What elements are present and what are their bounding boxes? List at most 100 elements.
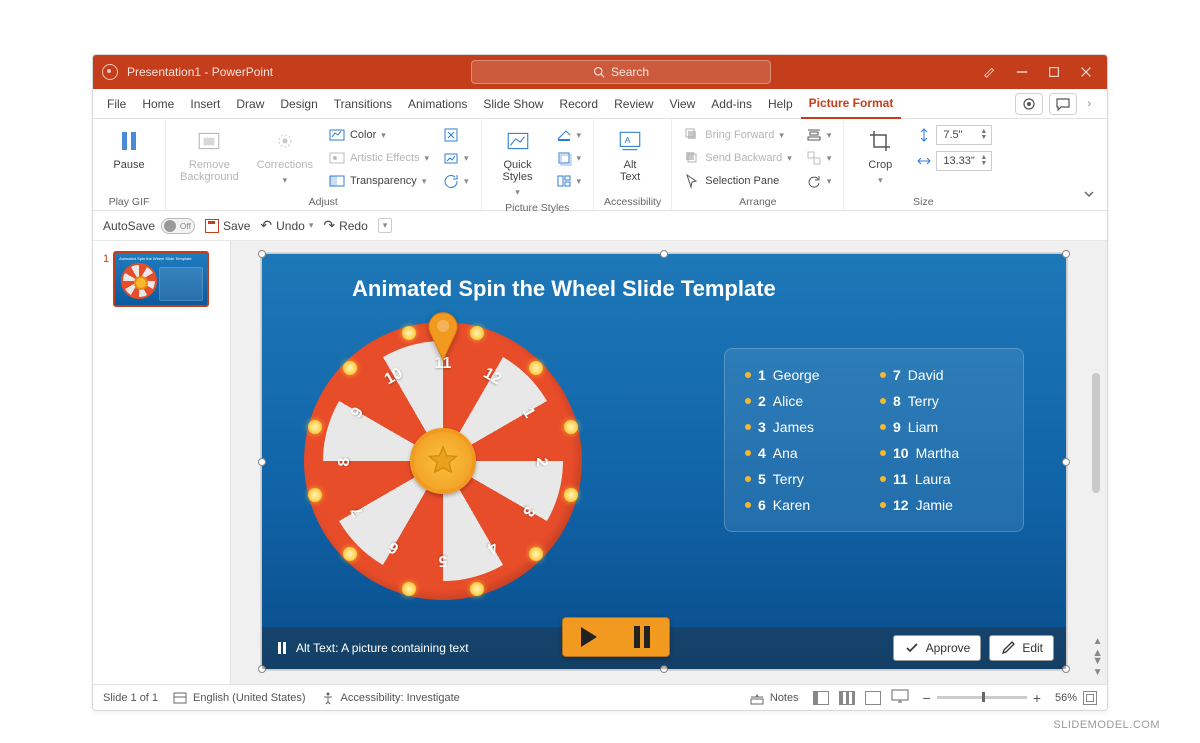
pause-gif-button[interactable]: Pause (103, 125, 155, 173)
autosave-toggle[interactable]: Off (161, 218, 195, 234)
bring-forward-button[interactable]: Bring Forward▾ (682, 125, 794, 145)
thumbnail-panel[interactable]: 1 Animated Spin the Wheel Slide Template (93, 241, 231, 684)
change-picture-button[interactable]: ▾ (441, 148, 471, 168)
artistic-effects-button[interactable]: Artistic Effects▾ (327, 148, 431, 168)
play-icon (581, 627, 597, 647)
pause-icon (634, 626, 650, 648)
quick-styles-button[interactable]: Quick Styles ▾ (492, 125, 544, 200)
align-button[interactable]: ▾ (804, 125, 834, 145)
reset-picture-button[interactable]: ▾ (441, 171, 471, 191)
zoom-slider[interactable] (937, 696, 1027, 699)
draw-mode-icon[interactable] (983, 65, 997, 79)
tab-design[interactable]: Design (272, 89, 325, 118)
transparency-button[interactable]: Transparency▾ (327, 171, 431, 191)
slide-editor[interactable]: Animated Spin the Wheel Slide Template 1… (231, 241, 1107, 684)
undo-button[interactable]: ↶Undo▾ (260, 217, 313, 234)
corrections-button[interactable]: Corrections ▾ (253, 125, 317, 188)
slide-counter[interactable]: Slide 1 of 1 (103, 692, 158, 704)
zoom-in-button[interactable]: + (1033, 690, 1041, 706)
group-play-gif: Pause Play GIF (93, 119, 166, 210)
crop-button[interactable]: Crop ▾ (854, 125, 906, 188)
compress-pictures-button[interactable] (441, 125, 471, 145)
notes-button[interactable]: Notes (749, 690, 799, 706)
close-button[interactable] (1079, 65, 1093, 79)
name-text: James (773, 419, 814, 435)
name-number: 9 (893, 419, 901, 435)
wheel-number: 10 (379, 363, 409, 391)
remove-background-button[interactable]: Remove Background (176, 125, 243, 185)
width-input[interactable]: 13.33"▲▼ (916, 151, 992, 171)
wheel-bulb-icon (529, 547, 543, 561)
collapse-ribbon-button[interactable] (1081, 186, 1097, 202)
tab-picture-format[interactable]: Picture Format (801, 90, 902, 119)
name-text: Terry (773, 471, 804, 487)
tab-slide-show[interactable]: Slide Show (475, 89, 551, 118)
ribbon-overflow[interactable]: › (1083, 98, 1095, 110)
minimize-button[interactable] (1015, 65, 1029, 79)
name-number: 10 (893, 445, 909, 461)
tab-view[interactable]: View (661, 89, 703, 118)
color-button[interactable]: Color▾ (327, 125, 431, 145)
wheel-bulb-icon (402, 582, 416, 596)
zoom-out-button[interactable]: − (923, 690, 931, 706)
selection-pane-button[interactable]: Selection Pane (682, 171, 794, 191)
name-number: 4 (758, 445, 766, 461)
tab-draw[interactable]: Draw (228, 89, 272, 118)
gif-play-control[interactable] (562, 617, 670, 657)
tab-addins[interactable]: Add-ins (703, 89, 760, 118)
fit-to-window-button[interactable] (1083, 691, 1097, 705)
vertical-scrollbar[interactable] (1089, 253, 1103, 644)
name-number: 6 (758, 497, 766, 513)
slide-thumbnail-1[interactable]: Animated Spin the Wheel Slide Template (113, 251, 209, 307)
send-backward-button[interactable]: Send Backward▾ (682, 148, 794, 168)
name-row: 9Liam (880, 419, 1003, 435)
edit-button[interactable]: Edit (989, 635, 1054, 661)
tab-record[interactable]: Record (551, 89, 606, 118)
picture-effects-button[interactable]: ▾ (554, 148, 584, 168)
normal-view-button[interactable] (813, 691, 829, 705)
redo-button[interactable]: ↷Redo (323, 217, 367, 234)
rotate-button[interactable]: ▾ (804, 171, 834, 191)
tab-transitions[interactable]: Transitions (326, 89, 400, 118)
selection-handle[interactable] (1062, 250, 1070, 258)
bullet-icon (880, 476, 886, 482)
tab-animations[interactable]: Animations (400, 89, 475, 118)
picture-border-button[interactable]: ▾ (554, 125, 584, 145)
tab-home[interactable]: Home (134, 89, 182, 118)
picture-layout-button[interactable]: ▾ (554, 171, 584, 191)
height-input[interactable]: 7.5"▲▼ (916, 125, 992, 145)
save-button[interactable]: Save (205, 219, 250, 233)
search-box[interactable]: Search (471, 60, 771, 84)
tab-review[interactable]: Review (606, 89, 661, 118)
qat-customize[interactable]: ▾ (378, 218, 393, 233)
tab-file[interactable]: File (99, 89, 134, 118)
slide-canvas[interactable]: Animated Spin the Wheel Slide Template 1… (261, 253, 1067, 670)
selection-handle[interactable] (258, 458, 266, 466)
slide-sorter-button[interactable] (839, 691, 855, 705)
bullet-icon (880, 424, 886, 430)
quick-access-toolbar: AutoSave Off Save ↶Undo▾ ↷Redo ▾ (93, 211, 1107, 241)
selection-handle[interactable] (1062, 458, 1070, 466)
tab-insert[interactable]: Insert (182, 89, 228, 118)
name-text: David (908, 367, 944, 383)
slideshow-view-button[interactable] (891, 688, 909, 707)
accessibility-status-button[interactable]: Accessibility: Investigate (320, 690, 460, 706)
slide-nav-arrows[interactable]: ▲▲▼▼ (1092, 636, 1103, 678)
reading-view-button[interactable] (865, 691, 881, 705)
name-row: 1George (745, 367, 868, 383)
alt-text-button[interactable]: A Alt Text (604, 125, 656, 185)
selection-handle[interactable] (660, 250, 668, 258)
maximize-button[interactable] (1047, 65, 1061, 79)
name-number: 12 (893, 497, 909, 513)
tab-help[interactable]: Help (760, 89, 801, 118)
camera-button[interactable] (1015, 93, 1043, 115)
language-button[interactable]: English (United States) (172, 690, 306, 706)
group-objects-button[interactable]: ▾ (804, 148, 834, 168)
comments-button[interactable] (1049, 93, 1077, 115)
zoom-percent[interactable]: 56% (1047, 692, 1077, 704)
bullet-icon (745, 398, 751, 404)
approve-button[interactable]: Approve (893, 635, 982, 661)
name-row: 5Terry (745, 471, 868, 487)
selection-handle[interactable] (258, 250, 266, 258)
alt-text-caption: Alt Text: A picture containing text (274, 640, 469, 656)
